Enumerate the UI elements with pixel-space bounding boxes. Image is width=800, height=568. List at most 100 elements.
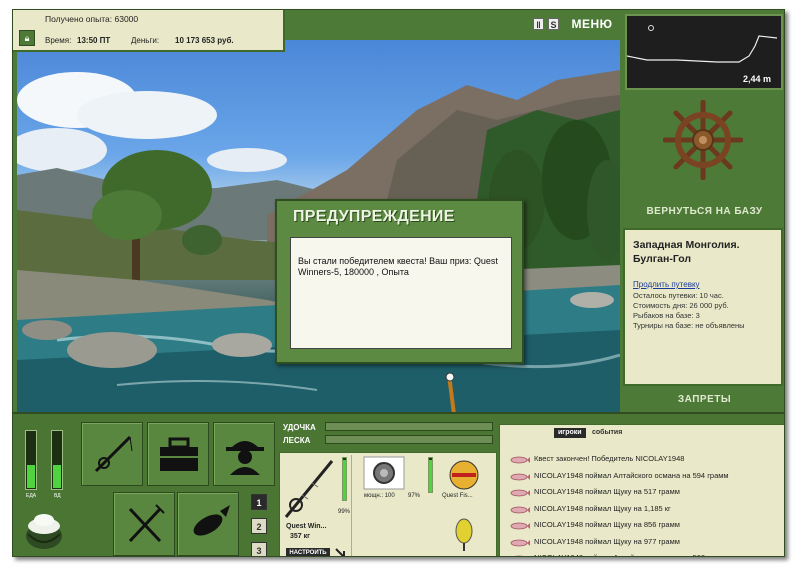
game-window: Получено опыта: 63000 🔒︎ Время: 13:50 ПТ… xyxy=(12,9,785,557)
tackle-box-icon xyxy=(160,437,198,471)
food-tile[interactable] xyxy=(113,492,175,556)
log-entry-text: NICOLAY1948 поймал Щуку на 517 грамм xyxy=(534,487,680,496)
reel-power: мощн.: 100 xyxy=(364,493,395,499)
slot-2-button[interactable]: 2 xyxy=(251,518,267,534)
pause-icon: ‖ xyxy=(536,20,541,30)
food-gauge xyxy=(25,430,37,490)
drink-gauge-fill xyxy=(53,464,61,488)
dialog-message: Вы стали победителем квеста! Ваш приз: Q… xyxy=(290,237,512,349)
lure-slot[interactable] xyxy=(440,455,494,556)
rod-tension-bar xyxy=(325,422,493,431)
rod-durability-bar xyxy=(342,457,347,501)
menu-label: МЕНЮ xyxy=(571,17,613,31)
day-cost: Стоимость дня: 26 000 руб. xyxy=(633,301,729,310)
fish-catch-icon xyxy=(510,522,530,530)
event-log-panel: игроки события Квест закончен! Победител… xyxy=(499,424,784,556)
extend-permit-link[interactable]: Продлить путевку xyxy=(633,280,773,289)
reel-slot[interactable] xyxy=(362,455,422,509)
slot-2-label: 2 xyxy=(256,522,262,532)
rod-name: Quest Win... xyxy=(286,523,327,530)
drink-gauge xyxy=(51,430,63,490)
bottom-hud: ЕДА ВД 1 2 3 УДОЧКА ЛЕСКА 99% Quest Win.… xyxy=(13,412,784,557)
rods-tile[interactable] xyxy=(81,422,143,486)
slot-1-label: 1 xyxy=(256,498,262,508)
event-log-list: Квест закончен! Победитель NICOLAY1948 NI… xyxy=(504,453,782,556)
log-entry: NICOLAY1948 поймал Алтайского османа на … xyxy=(504,470,782,487)
bans-button[interactable]: ЗАПРЕТЫ xyxy=(623,394,784,410)
slot-3-button[interactable]: 3 xyxy=(251,542,267,556)
warning-dialog: ПРЕДУПРЕЖДЕНИЕ Вы стали победителем квес… xyxy=(275,199,524,364)
time-value: 13:50 ПТ xyxy=(77,36,111,45)
money-label: Деньги: xyxy=(131,36,160,45)
fish-tile[interactable] xyxy=(177,492,239,556)
fish-catch-icon xyxy=(510,489,530,497)
lock-icon[interactable]: 🔒︎ xyxy=(19,30,35,46)
permit-remaining: Осталось путевки: 10 час. xyxy=(633,291,724,300)
lure-icon xyxy=(449,460,479,490)
log-entry-text: Квест закончен! Победитель NICOLAY1948 xyxy=(534,454,685,463)
money-value: 10 173 653 руб. xyxy=(175,36,234,45)
line-tension-label: ЛЕСКА xyxy=(283,436,311,445)
fish-icon xyxy=(193,505,230,536)
fish-catch-icon xyxy=(510,506,530,513)
arrow-icon[interactable] xyxy=(334,547,348,557)
pause-button[interactable]: ‖ xyxy=(533,18,544,30)
dialog-title: ПРЕДУПРЕЖДЕНИЕ xyxy=(293,208,455,225)
return-to-base-label: ВЕРНУТЬСЯ НА БАЗУ xyxy=(646,206,763,217)
log-entry: NICOLAY1948 поймал Щуку на 977 грамм xyxy=(504,536,782,553)
log-entry-text: NICOLAY1948 поймал Алтайского османа на … xyxy=(534,470,729,480)
fish-catch-icon xyxy=(514,555,524,556)
ship-wheel-icon[interactable] xyxy=(663,100,743,180)
setup-label: НАСТРОИТЬ xyxy=(289,550,327,556)
bans-label: ЗАПРЕТЫ xyxy=(677,394,732,405)
character-tile[interactable] xyxy=(213,422,275,486)
tab-events[interactable]: события xyxy=(588,428,626,438)
anglers-count: Рыбаков на базе: 3 xyxy=(633,311,700,320)
rod-durability: 99% xyxy=(338,509,351,515)
rod-weight: 357 кг xyxy=(290,533,311,540)
reel-icon xyxy=(363,456,405,490)
food-label: ЕДА xyxy=(26,493,37,499)
log-entry: Квест закончен! Победитель NICOLAY1948 xyxy=(504,453,782,470)
time-label: Время: xyxy=(45,36,72,45)
xp-text: Получено опыта: 63000 xyxy=(45,14,139,24)
fishing-rod-icon xyxy=(94,435,133,473)
tab-players[interactable]: игроки xyxy=(554,428,586,438)
rod-tension-label: УДОЧКА xyxy=(283,423,316,432)
rod-icon xyxy=(284,460,334,518)
log-entry-text: NICOLAY1948 поймал Алтайского османа на … xyxy=(534,553,729,556)
sound-label: S xyxy=(550,20,557,30)
depth-value: 2,44 m xyxy=(742,74,771,84)
setup-button[interactable]: НАСТРОИТЬ xyxy=(286,548,330,556)
location-title: Западная Монголия. Булган-Гол xyxy=(633,239,740,265)
log-entry: NICOLAY1948 поймал Алтайского османа на … xyxy=(504,552,782,556)
log-entry: NICOLAY1948 поймал Щуку на 856 грамм xyxy=(504,519,782,536)
fish-catch-icon xyxy=(510,456,530,464)
sound-button[interactable]: S xyxy=(548,18,559,30)
fork-knife-icon xyxy=(128,504,165,543)
slot-3-label: 3 xyxy=(256,546,262,556)
tackle-panel: 99% Quest Win... 357 кг НАСТРОИТЬ мощн.:… xyxy=(279,452,497,557)
spinner-lure-icon xyxy=(455,518,473,551)
log-entry: NICOLAY1948 поймал Щуку на 1,185 кг xyxy=(504,503,782,520)
fisherman-icon xyxy=(226,441,264,475)
log-entry-text: NICOLAY1948 поймал Щуку на 1,185 кг xyxy=(534,503,671,513)
player-info-panel: Получено опыта: 63000 🔒︎ Время: 13:50 ПТ… xyxy=(13,10,285,52)
food-gauge-fill xyxy=(27,464,35,488)
log-entry: NICOLAY1948 поймал Щуку на 517 грамм xyxy=(504,486,782,503)
depth-map[interactable]: 2,44 m xyxy=(625,14,783,90)
fish-catch-icon xyxy=(510,473,530,480)
return-to-base-button[interactable]: ВЕРНУТЬСЯ НА БАЗУ xyxy=(623,206,784,222)
reel-durability-fill xyxy=(429,460,432,492)
slot-1-button[interactable]: 1 xyxy=(251,494,267,510)
kettle-icon[interactable] xyxy=(21,506,67,552)
log-entry-text: NICOLAY1948 поймал Щуку на 856 грамм xyxy=(534,520,680,529)
location-panel: Западная Монголия. Булган-Гол Продлить п… xyxy=(623,228,783,386)
reel-durability: 97% xyxy=(408,493,421,499)
log-entry-text: NICOLAY1948 поймал Щуку на 977 грамм xyxy=(534,536,680,546)
tackle-box-tile[interactable] xyxy=(147,422,209,486)
menu-button[interactable]: МЕНЮ xyxy=(571,15,613,33)
fish-catch-icon xyxy=(510,539,530,546)
line-tension-bar xyxy=(325,435,493,444)
tournaments-status: Турниры на базе: не объявлены xyxy=(633,321,745,330)
